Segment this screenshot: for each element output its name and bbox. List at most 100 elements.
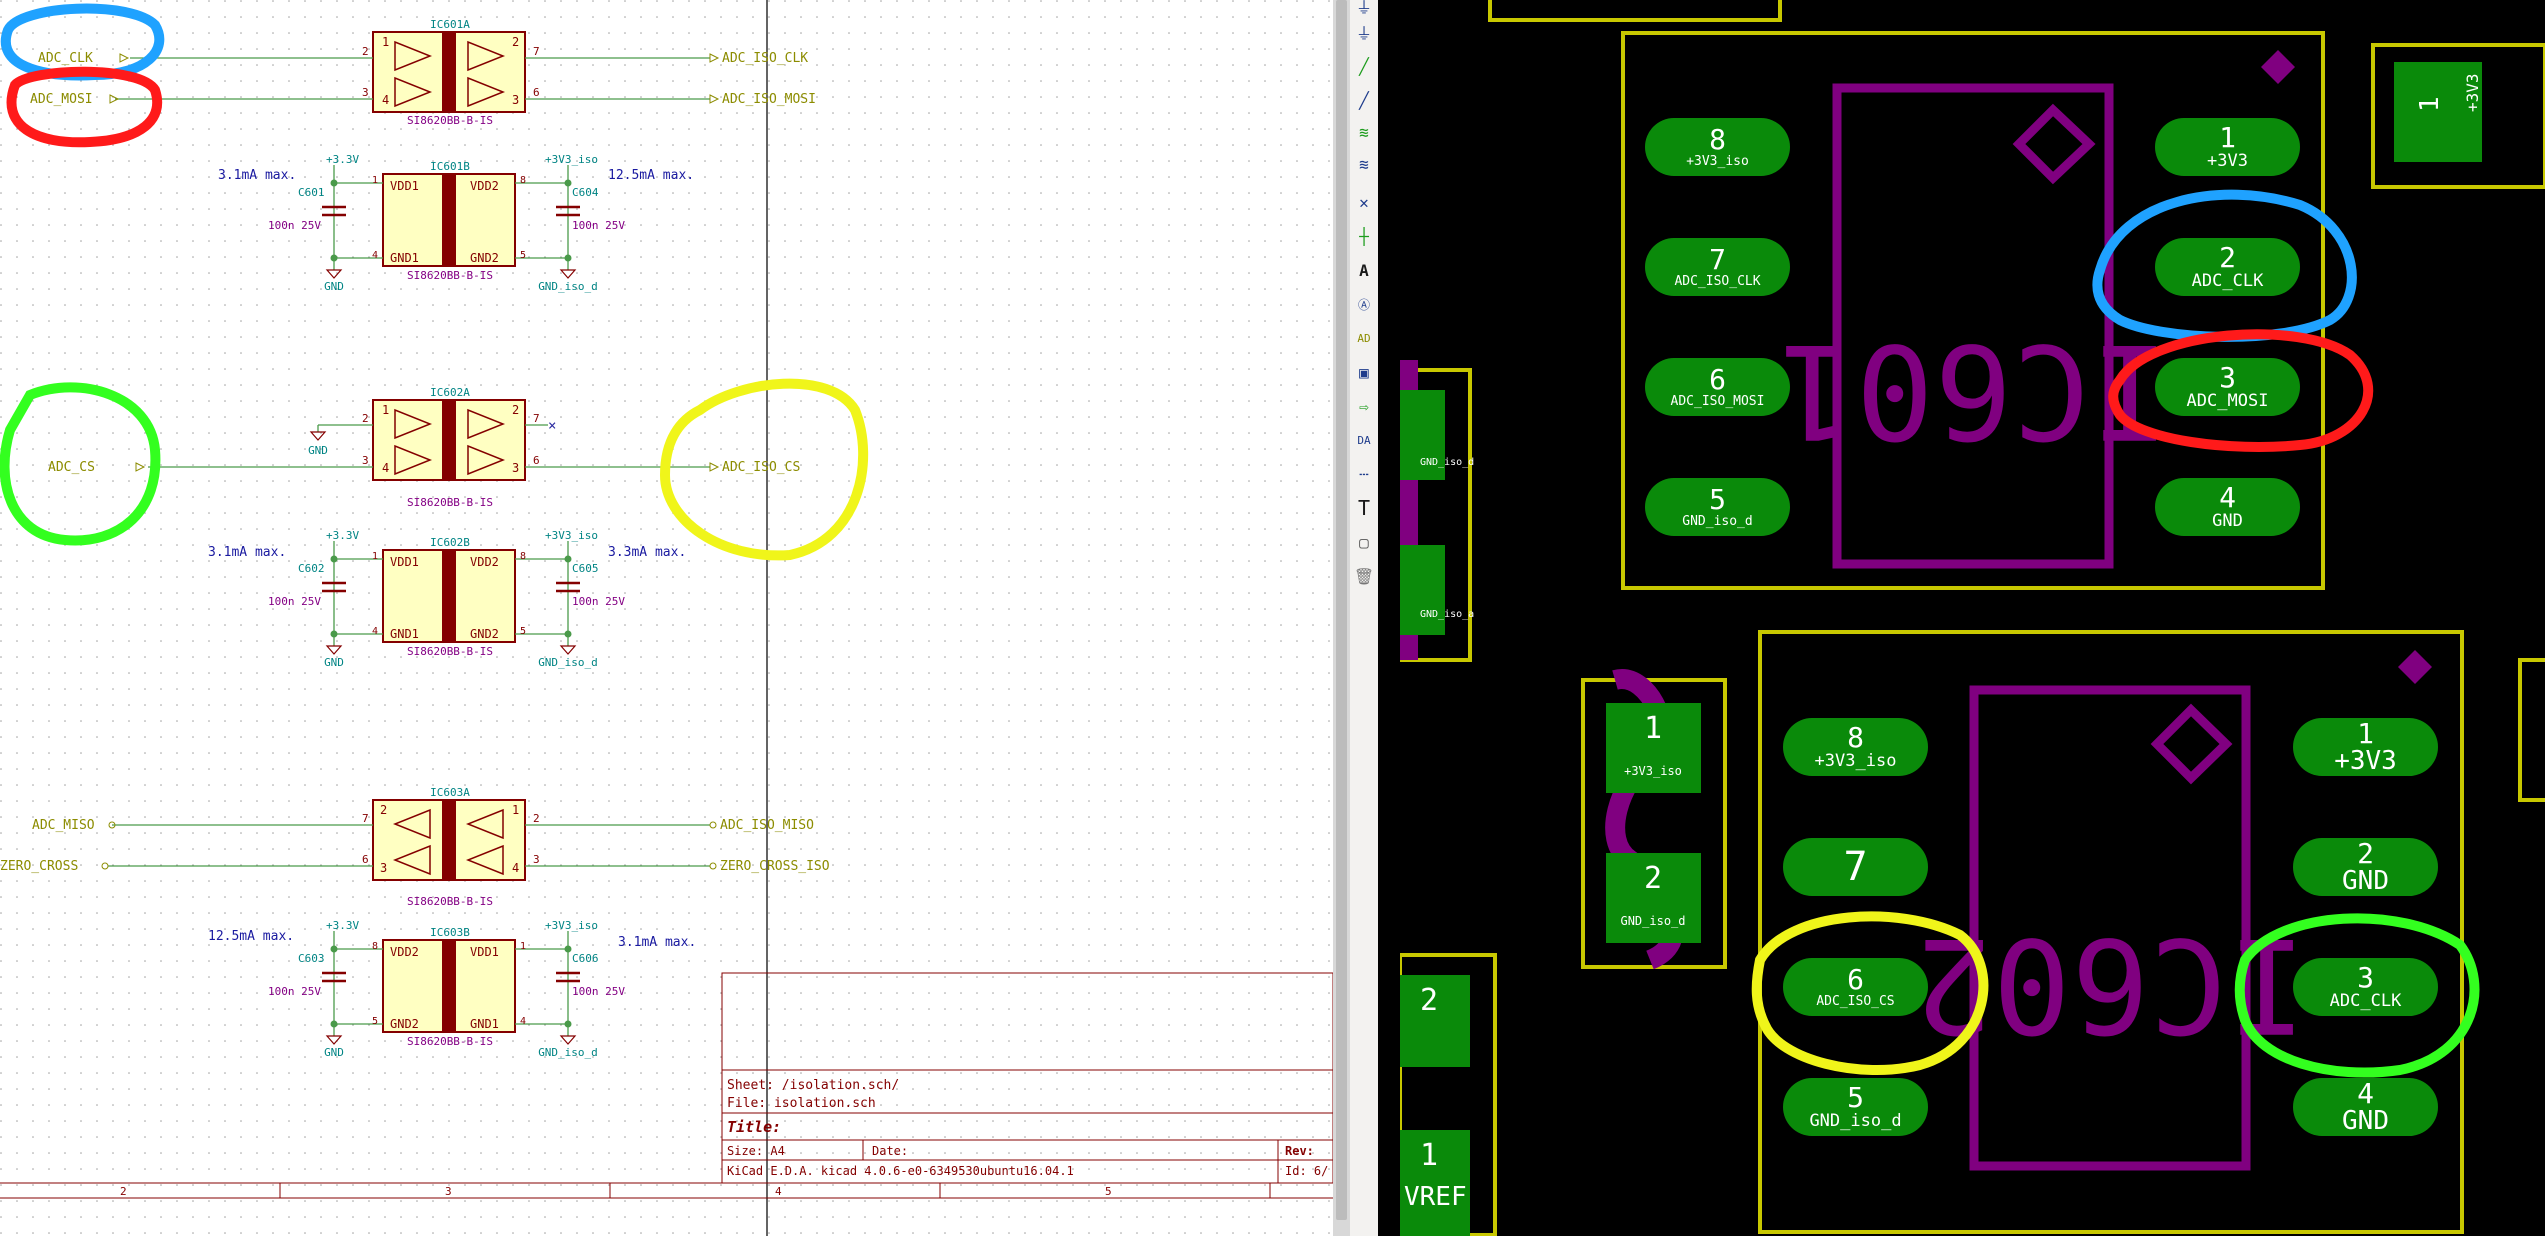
svg-text:3: 3 xyxy=(512,93,519,107)
kicad-version: KiCad E.D.A. kicad 4.0.6-e0-6349530ubunt… xyxy=(727,1164,1074,1178)
schematic-editor-canvas[interactable]: IC601A 1 4 2 3 SI8620BB-B-IS 2 3 7 6 ADC… xyxy=(0,0,1333,1236)
ic601a-symbol[interactable]: IC601A 1 4 2 3 SI8620BB-B-IS xyxy=(372,18,526,127)
junction-icon[interactable]: ┼ xyxy=(1352,224,1376,248)
pcb-editor-canvas[interactable]: GND_iso_d GND_iso_a 2 1 VREF 1 +3V3_iso … xyxy=(1400,0,2545,1236)
svg-text:+3.3V: +3.3V xyxy=(326,919,359,932)
svg-text:GND_iso_d: GND_iso_d xyxy=(1420,457,1474,468)
svg-text:100n 25V: 100n 25V xyxy=(572,219,625,232)
svg-text:+3V3_iso: +3V3_iso xyxy=(545,919,598,932)
svg-text:Size: A4: Size: A4 xyxy=(727,1144,785,1158)
ic602b-symbol[interactable]: IC602B VDD1 VDD2 GND1 GND2 SI8620BB-B-IS xyxy=(382,536,516,658)
svg-text:4: 4 xyxy=(512,861,519,875)
svg-text:VDD2: VDD2 xyxy=(470,179,499,193)
hierarchical-sheet-icon[interactable]: ▣ xyxy=(1352,360,1376,384)
svg-text:+3V3_iso: +3V3_iso xyxy=(1624,764,1682,778)
ic601-footprint[interactable]: IC601 xyxy=(1621,31,2325,590)
svg-text:VDD1: VDD1 xyxy=(470,945,499,959)
text-icon[interactable]: T xyxy=(1352,496,1376,520)
svg-text:VREF: VREF xyxy=(1404,1182,1467,1212)
svg-text:C605: C605 xyxy=(572,562,599,575)
graphic-line-icon[interactable]: ┄ xyxy=(1352,462,1376,486)
svg-text:IC603B: IC603B xyxy=(430,926,470,939)
svg-text:4: 4 xyxy=(520,1016,526,1027)
sheet-name: Sheet: /isolation.sch/ xyxy=(727,1078,899,1093)
bus-icon[interactable]: ╱ xyxy=(1352,88,1376,112)
net-label-adc-iso-mosi: ADC_ISO_MOSI xyxy=(722,92,816,107)
svg-text:IC603A: IC603A xyxy=(430,786,470,799)
net-label-zero-cross-iso: ZERO_CROSS_ISO xyxy=(720,859,830,874)
scrollbar-thumb[interactable] xyxy=(1336,0,1347,1220)
svg-text:C602: C602 xyxy=(298,562,325,575)
svg-text:4: 4 xyxy=(372,250,378,261)
svg-text:8: 8 xyxy=(520,175,526,186)
svg-text:100n 25V: 100n 25V xyxy=(268,985,321,998)
svg-text:2: 2 xyxy=(362,412,369,425)
svg-text:Rev:: Rev: xyxy=(1285,1144,1314,1158)
net-label-zero-cross: ZERO_CROSS xyxy=(0,859,78,874)
svg-text:3.1mA max.: 3.1mA max. xyxy=(208,545,286,560)
svg-text:2: 2 xyxy=(533,812,540,825)
svg-text:100n 25V: 100n 25V xyxy=(268,219,321,232)
pane-divider xyxy=(1378,0,1400,1236)
connector-footprint[interactable]: 1 +3V3_iso 2 GND_iso_d xyxy=(1581,669,1727,970)
sheet-pin-icon[interactable]: DA xyxy=(1352,428,1376,452)
svg-text:5: 5 xyxy=(520,250,526,261)
wire-entry-icon[interactable]: ≋ xyxy=(1352,120,1376,144)
hierarchical-label-icon[interactable]: AD xyxy=(1352,326,1376,350)
svg-text:100n 25V: 100n 25V xyxy=(268,595,321,608)
svg-text:2: 2 xyxy=(1644,861,1662,896)
svg-text:2: 2 xyxy=(120,1185,127,1198)
global-label-icon[interactable]: Ⓐ xyxy=(1352,292,1376,316)
svg-text:GND_iso_d: GND_iso_d xyxy=(538,1046,598,1059)
svg-text:4: 4 xyxy=(382,93,389,107)
svg-text:7: 7 xyxy=(362,812,369,825)
svg-text:VDD2: VDD2 xyxy=(390,945,419,959)
net-label-adc-iso-clk: ADC_ISO_CLK xyxy=(722,51,808,66)
schematic-drawing: IC601A 1 4 2 3 SI8620BB-B-IS 2 3 7 6 ADC… xyxy=(0,0,1333,1236)
ic601b-symbol[interactable]: IC601B VDD1 VDD2 GND1 GND2 SI8620BB-B-IS xyxy=(382,160,516,282)
svg-text:Id: 6/: Id: 6/ xyxy=(1285,1164,1328,1178)
current-note: 3.1mA max. xyxy=(218,168,296,183)
svg-text:+3.3V: +3.3V xyxy=(326,153,359,166)
ic601a-value: SI8620BB-B-IS xyxy=(407,114,493,127)
svg-text:VDD1: VDD1 xyxy=(390,179,419,193)
svg-text:IC602B: IC602B xyxy=(430,536,470,549)
svg-text:SI8620BB-B-IS: SI8620BB-B-IS xyxy=(407,269,493,282)
schematic-right-toolbar: ⏚ ⏚ ╱ ╱ ≋ ≋ ✕ ┼ A Ⓐ AD ▣ ⇨ DA ┄ T ▢ 🗑 xyxy=(1350,0,1379,1236)
svg-text:GND: GND xyxy=(324,1046,344,1059)
svg-text:6: 6 xyxy=(362,853,369,866)
pane-scrollbar[interactable] xyxy=(1333,0,1350,1236)
svg-text:SI8620BB-B-IS: SI8620BB-B-IS xyxy=(407,1035,493,1048)
svg-text:GND_iso_d: GND_iso_d xyxy=(538,656,598,669)
current-note: 12.5mA max. xyxy=(608,168,694,183)
svg-text:GND2: GND2 xyxy=(470,627,499,641)
ground-icon[interactable]: ⏚ xyxy=(1352,20,1376,44)
ic602-footprint[interactable]: IC602 xyxy=(1758,630,2464,1234)
svg-text:SI8620BB-B-IS: SI8620BB-B-IS xyxy=(407,496,493,509)
svg-text:2: 2 xyxy=(512,403,519,417)
delete-icon[interactable]: 🗑 xyxy=(1352,564,1376,588)
svg-text:1: 1 xyxy=(1644,711,1662,746)
svg-text:+3.3V: +3.3V xyxy=(326,529,359,542)
svg-text:C603: C603 xyxy=(298,952,325,965)
svg-text:1: 1 xyxy=(382,35,389,49)
import-sheet-pin-icon[interactable]: ⇨ xyxy=(1352,394,1376,418)
wire-icon[interactable]: ╱ xyxy=(1352,54,1376,78)
svg-text:2: 2 xyxy=(362,45,369,58)
svg-text:6: 6 xyxy=(533,86,540,99)
svg-text:C606: C606 xyxy=(572,952,599,965)
power-port-icon[interactable]: ⏚ xyxy=(1352,0,1376,18)
svg-text:VDD1: VDD1 xyxy=(390,555,419,569)
net-label-icon[interactable]: A xyxy=(1352,258,1376,282)
ic603b-symbol[interactable]: IC603B VDD2 VDD1 GND2 GND1 SI8620BB-B-IS xyxy=(382,926,516,1048)
svg-text:GND: GND xyxy=(324,656,344,669)
no-connect-icon[interactable]: ✕ xyxy=(1352,190,1376,214)
title-label: Title: xyxy=(727,1118,781,1136)
bus-entry-icon[interactable]: ≋ xyxy=(1352,152,1376,176)
svg-text:GND2: GND2 xyxy=(390,1017,419,1031)
svg-text:3: 3 xyxy=(380,861,387,875)
svg-text:100n 25V: 100n 25V xyxy=(572,985,625,998)
svg-text:SI8620BB-B-IS: SI8620BB-B-IS xyxy=(407,645,493,658)
net-label-adc-mosi: ADC_MOSI xyxy=(30,92,93,107)
image-icon[interactable]: ▢ xyxy=(1352,530,1376,554)
